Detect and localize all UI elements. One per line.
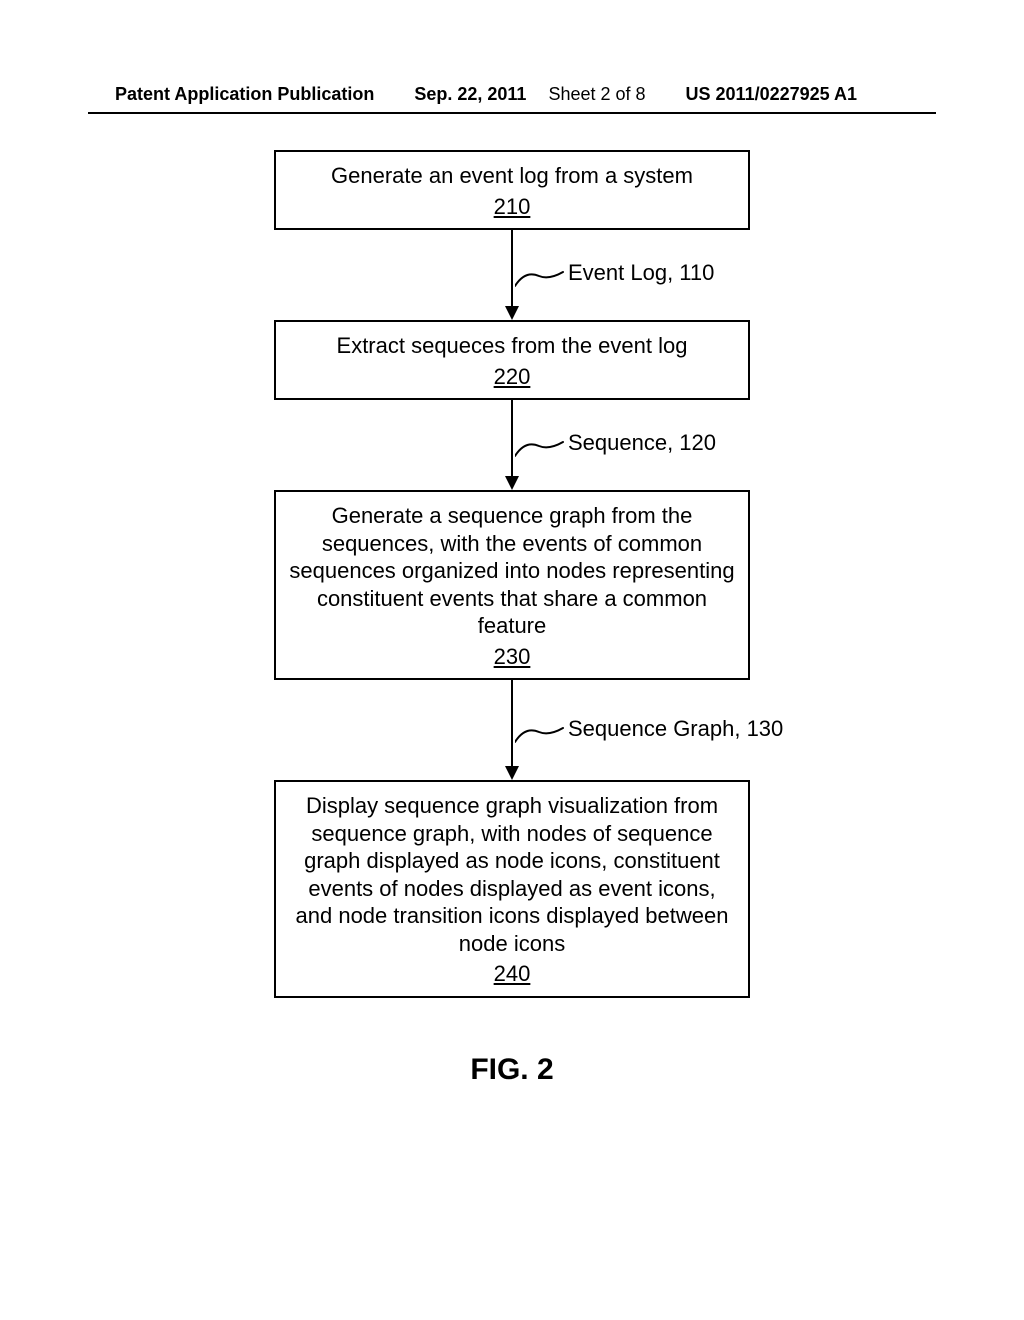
arrow-shaft xyxy=(511,230,513,308)
flow-box-230: Generate a sequence graph from the seque… xyxy=(274,490,750,680)
page-header: Patent Application Publication Sep. 22, … xyxy=(0,84,1024,105)
box-text: Display sequence graph visualization fro… xyxy=(296,793,729,956)
arrow-shaft xyxy=(511,400,513,478)
header-docnum: US 2011/0227925 A1 xyxy=(686,84,857,105)
flow-box-210: Generate an event log from a system 210 xyxy=(274,150,750,230)
box-ref: 210 xyxy=(288,193,736,221)
arrow-shaft xyxy=(511,680,513,768)
box-ref: 220 xyxy=(288,363,736,391)
header-rule xyxy=(88,112,936,114)
arrow-head-icon xyxy=(505,306,519,320)
box-ref: 230 xyxy=(288,643,736,671)
header-publication: Patent Application Publication xyxy=(115,84,374,105)
arrow-head-icon xyxy=(505,476,519,490)
header-sheet: Sheet 2 of 8 xyxy=(548,84,645,105)
arrow-label-2: Sequence, 120 xyxy=(568,430,716,456)
arrow-3: Sequence Graph, 130 xyxy=(274,680,750,780)
leader-line-3 xyxy=(515,724,565,746)
figure-caption: FIG. 2 xyxy=(0,1053,1024,1087)
flow-box-220: Extract sequeces from the event log 220 xyxy=(274,320,750,400)
arrow-1: Event Log, 110 xyxy=(274,230,750,320)
figure-canvas: Generate an event log from a system 210 … xyxy=(0,150,1024,1087)
box-ref: 240 xyxy=(288,960,736,988)
flow-box-240: Display sequence graph visualization fro… xyxy=(274,780,750,998)
arrow-2: Sequence, 120 xyxy=(274,400,750,490)
box-text: Extract sequeces from the event log xyxy=(337,333,688,358)
box-text: Generate a sequence graph from the seque… xyxy=(289,503,734,638)
arrow-head-icon xyxy=(505,766,519,780)
header-date: Sep. 22, 2011 xyxy=(414,84,526,105)
leader-line-1 xyxy=(515,268,565,290)
leader-line-2 xyxy=(515,438,565,460)
arrow-label-1: Event Log, 110 xyxy=(568,260,714,286)
arrow-label-3: Sequence Graph, 130 xyxy=(568,716,783,742)
box-text: Generate an event log from a system xyxy=(331,163,693,188)
